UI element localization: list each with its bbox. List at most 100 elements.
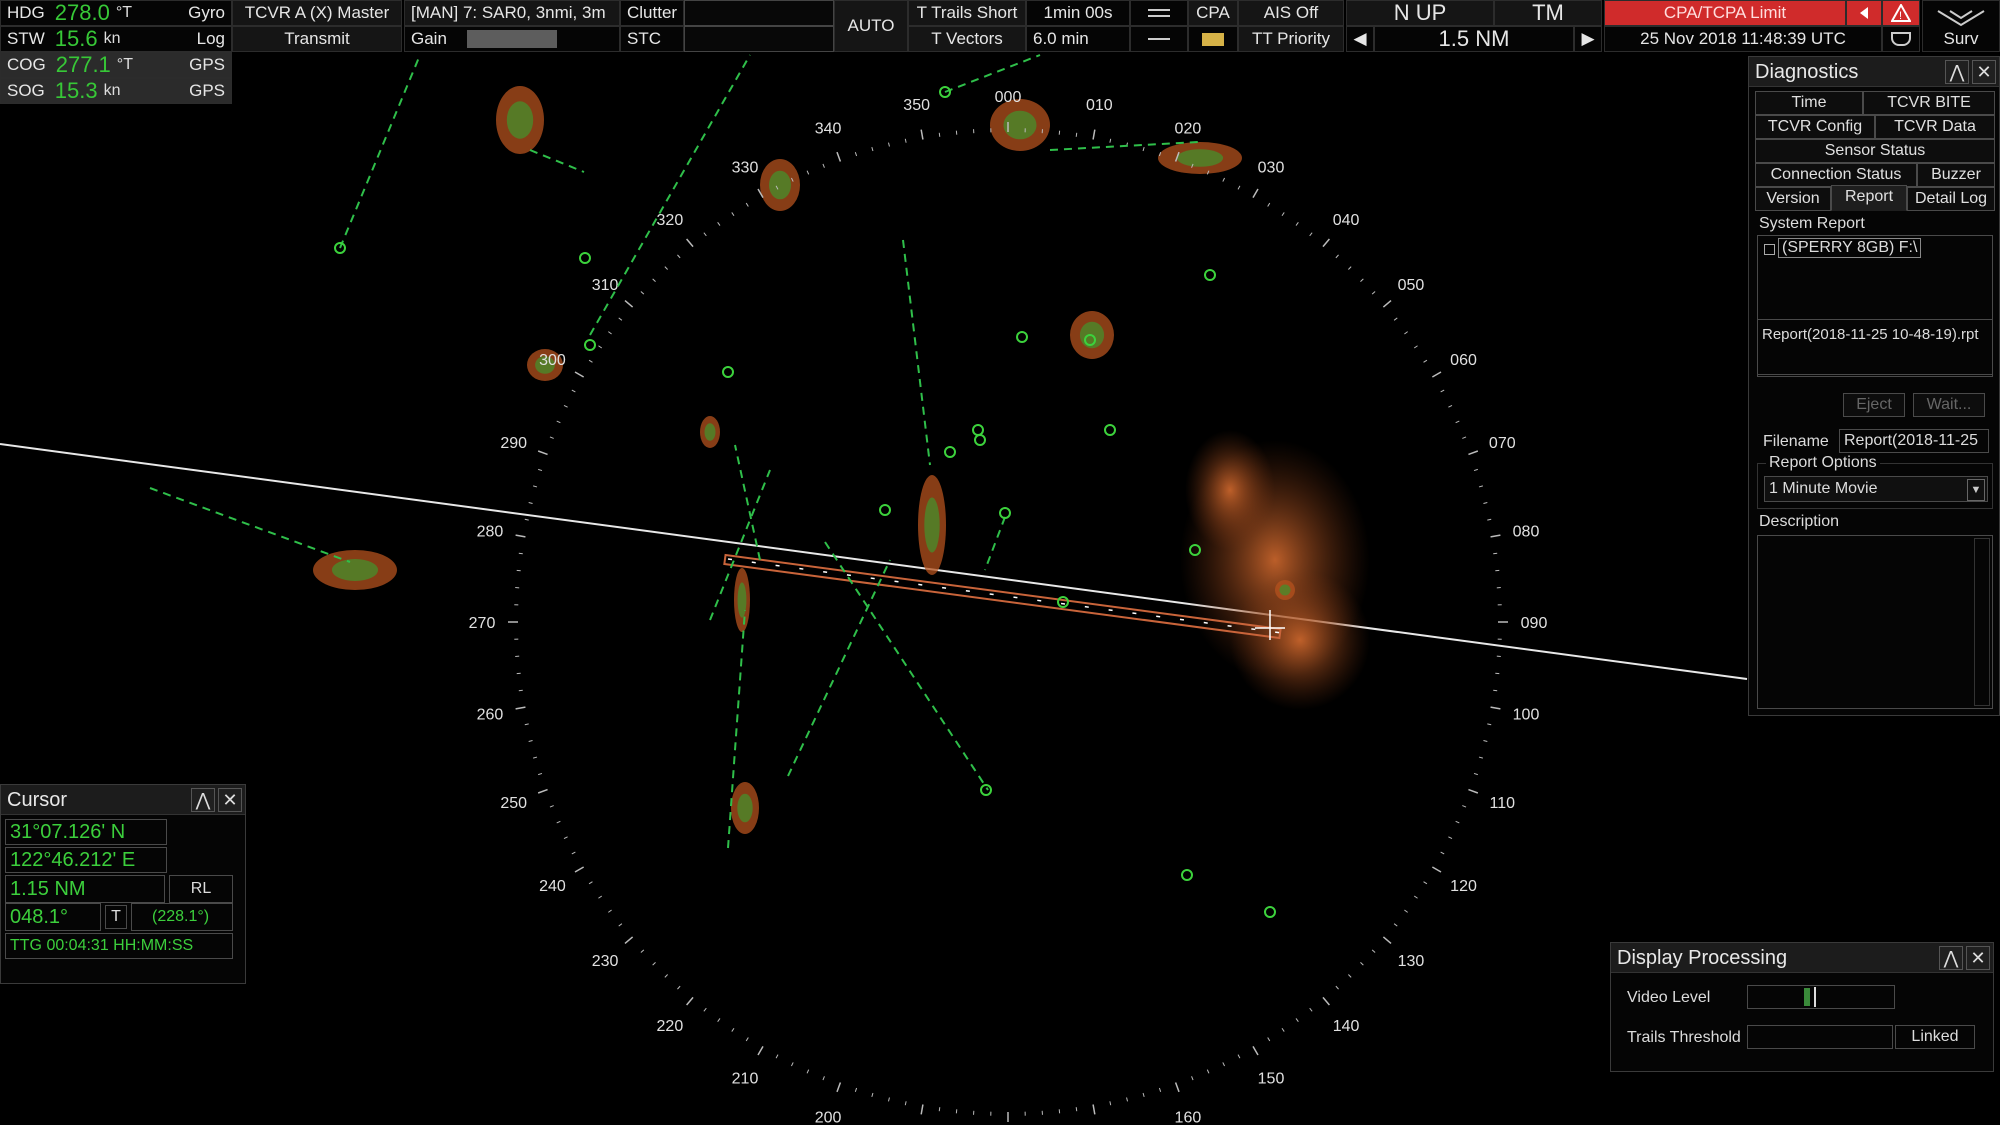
- tracked-target-icon[interactable]: [1264, 906, 1276, 918]
- linked-button[interactable]: Linked: [1895, 1025, 1975, 1049]
- vectors-time[interactable]: 6.0 min: [1026, 26, 1130, 52]
- tab-buzzer[interactable]: Buzzer: [1917, 163, 1995, 187]
- tt-priority-button[interactable]: TT Priority: [1238, 26, 1344, 52]
- device-checkbox[interactable]: [1764, 244, 1775, 255]
- tracked-target-icon[interactable]: [1104, 424, 1116, 436]
- target-vector-line: [529, 149, 585, 173]
- bearing-label: 280: [477, 524, 504, 541]
- collapse-icon[interactable]: ⋀: [1939, 946, 1963, 970]
- longitude-value: 122°46.212' E: [10, 849, 136, 871]
- surv-button[interactable]: Surv: [1922, 0, 2000, 52]
- tab-detail-log[interactable]: Detail Log: [1907, 187, 1995, 211]
- ais-button[interactable]: AIS Off: [1238, 0, 1344, 26]
- target-vector-line: [984, 516, 1006, 571]
- report-file-name[interactable]: Report(2018-11-25 10-48-19).rpt: [1762, 326, 1979, 343]
- alarm-ack-icon[interactable]: [1882, 26, 1920, 52]
- hdg-source: Gyro: [188, 3, 225, 22]
- bearing-tick: [1109, 138, 1112, 143]
- rl-button[interactable]: RL: [169, 875, 233, 903]
- device-item[interactable]: (SPERRY 8GB) F:\: [1778, 238, 1922, 258]
- envelope-icon[interactable]: [1188, 26, 1238, 52]
- cpa-button[interactable]: CPA: [1188, 0, 1238, 26]
- bearing-tick: [537, 788, 548, 794]
- tcvr-master-button[interactable]: TCVR A (X) Master: [232, 0, 402, 26]
- tracked-target-icon[interactable]: [980, 784, 992, 796]
- tracked-target-icon[interactable]: [972, 424, 984, 436]
- echo-core: [924, 497, 940, 553]
- tab-tcvr-config[interactable]: TCVR Config: [1755, 115, 1875, 139]
- tab-tcvr-data[interactable]: TCVR Data: [1875, 115, 1995, 139]
- close-icon[interactable]: ✕: [1966, 946, 1990, 970]
- target-vector-line: [902, 239, 931, 466]
- close-icon[interactable]: ✕: [1972, 60, 1996, 84]
- speaker-icon[interactable]: [1846, 0, 1882, 26]
- tab-time[interactable]: Time: [1755, 91, 1863, 115]
- warning-icon[interactable]: !: [1882, 0, 1920, 26]
- video-level-thumb[interactable]: [1814, 987, 1816, 1007]
- tracked-target-icon[interactable]: [1057, 596, 1069, 608]
- gain-slider-fill[interactable]: [467, 30, 557, 48]
- description-textarea[interactable]: [1757, 535, 1993, 709]
- tab-report[interactable]: Report: [1831, 185, 1907, 211]
- trails-time[interactable]: 1min 00s: [1026, 0, 1130, 26]
- cpa-alarm-banner[interactable]: CPA/TCPA Limit: [1604, 0, 1846, 26]
- motion-mode-button[interactable]: TM: [1494, 0, 1602, 26]
- report-file-box[interactable]: Report(2018-11-25 10-48-19).rpt: [1757, 319, 1993, 375]
- display-toggle-icon[interactable]: [1130, 26, 1188, 52]
- vectors-button[interactable]: T Vectors: [908, 26, 1026, 52]
- tab-version[interactable]: Version: [1755, 187, 1831, 211]
- bearing-tick: [652, 962, 656, 966]
- tracked-target-icon[interactable]: [579, 252, 591, 264]
- tracked-target-icon[interactable]: [584, 339, 596, 351]
- bearing-tick: [1142, 1092, 1145, 1098]
- range-down-icon[interactable]: ◀: [1346, 26, 1374, 52]
- hdg-value: 278.0: [54, 0, 110, 25]
- bearing-tick: [1490, 534, 1501, 538]
- transmit-button[interactable]: Transmit: [232, 26, 402, 52]
- collapse-icon[interactable]: ⋀: [1945, 60, 1969, 84]
- tracked-target-icon[interactable]: [1016, 331, 1028, 343]
- tab-tcvr-bite[interactable]: TCVR BITE: [1863, 91, 1995, 115]
- radar-mode-select[interactable]: [MAN] 7: SAR0, 3nmi, 3m: [404, 0, 620, 26]
- cog-row: COG 277.1 °T GPS: [0, 52, 232, 78]
- video-level-label: Video Level: [1627, 989, 1711, 1006]
- reciprocal-field: (228.1°): [131, 903, 233, 931]
- sog-source: GPS: [189, 81, 225, 100]
- tracked-target-icon[interactable]: [944, 446, 956, 458]
- tracked-target-icon[interactable]: [879, 504, 891, 516]
- eject-button[interactable]: Eject: [1843, 393, 1905, 417]
- bearing-tick: [1382, 936, 1392, 944]
- tracked-target-icon[interactable]: [1181, 869, 1193, 881]
- bearing-tick: [1423, 359, 1428, 363]
- trails-button[interactable]: T Trails Short: [908, 0, 1026, 26]
- description-scrollbar[interactable]: [1974, 538, 1990, 706]
- tracked-target-icon[interactable]: [722, 366, 734, 378]
- close-icon[interactable]: ✕: [218, 788, 242, 812]
- tracked-target-icon[interactable]: [1204, 269, 1216, 281]
- tracked-target-icon[interactable]: [999, 507, 1011, 519]
- tracked-target-icon[interactable]: [974, 434, 986, 446]
- bearing-scale: 000 010 020 030 040 050 060 070 080 090 100 110 120 1…: [469, 89, 1548, 1125]
- wait-button[interactable]: Wait...: [1913, 393, 1985, 417]
- bearing-tick: [1309, 232, 1313, 237]
- menu-lines-icon[interactable]: [1130, 0, 1188, 26]
- bearing-tick: [717, 1018, 721, 1022]
- clutter-slider[interactable]: [684, 0, 834, 26]
- bearing-tick: [528, 740, 533, 742]
- range-up-icon[interactable]: ▶: [1574, 26, 1602, 52]
- auto-button[interactable]: AUTO: [834, 0, 908, 52]
- dropdown-arrow-icon[interactable]: ▼: [1967, 479, 1985, 501]
- gain-control[interactable]: Gain: [404, 26, 620, 52]
- report-options-select[interactable]: 1 Minute Movie ▼: [1764, 476, 1988, 502]
- tab-connection-status[interactable]: Connection Status: [1755, 163, 1917, 187]
- trails-threshold-slider[interactable]: [1747, 1025, 1893, 1049]
- bearing-ref-button[interactable]: T: [105, 905, 127, 929]
- orientation-button[interactable]: N UP: [1346, 0, 1494, 26]
- bearing-tick: [1404, 331, 1408, 335]
- stc-slider[interactable]: [684, 26, 834, 52]
- filename-field[interactable]: Report(2018-11-25: [1839, 429, 1989, 453]
- video-level-slider[interactable]: [1747, 985, 1895, 1009]
- bearing-tick: [745, 1037, 749, 1042]
- collapse-icon[interactable]: ⋀: [191, 788, 215, 812]
- tab-sensor-status[interactable]: Sensor Status: [1755, 139, 1995, 163]
